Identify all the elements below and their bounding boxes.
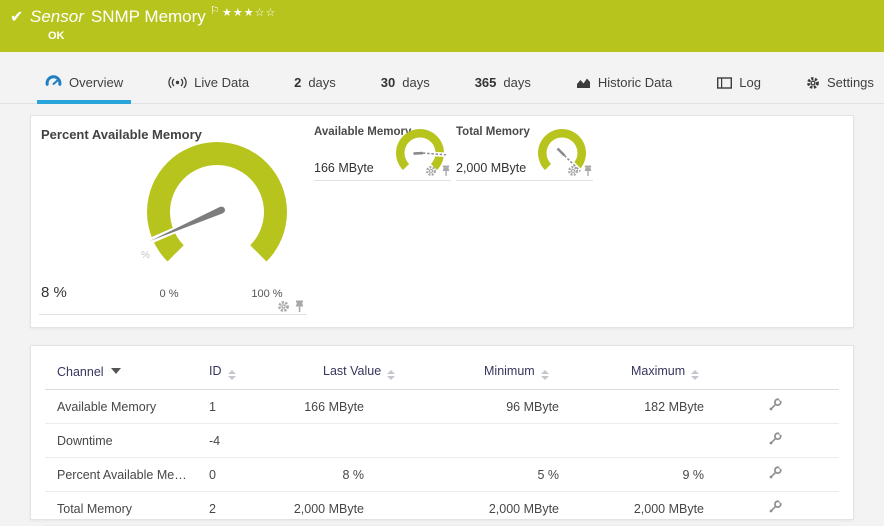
gear-icon[interactable] xyxy=(425,165,437,177)
main-gauge-value: 8 % xyxy=(41,284,67,301)
tab-live-data[interactable]: Live Data xyxy=(168,62,249,103)
tab-log[interactable]: Log xyxy=(717,62,761,103)
channel-table: Channel ID Last Value Minimum Maximum Av… xyxy=(45,346,839,526)
channel-id: 0 xyxy=(203,458,265,492)
sort-icon xyxy=(541,370,549,380)
channel-minimum: 5 % xyxy=(370,458,565,492)
edit-channel-wrench-icon[interactable] xyxy=(768,500,782,514)
available-memory-gauge-block: Available Memory 166 MByte xyxy=(314,123,451,181)
sensor-header-bar: ✔ Sensor SNMP Memory ⚐ ★★★☆☆ OK xyxy=(0,0,884,52)
channel-last-value xyxy=(265,424,370,458)
stars-filled: ★★★ xyxy=(222,7,255,19)
channel-minimum xyxy=(370,424,565,458)
tab-label: Live Data xyxy=(194,75,249,90)
gauges-panel: Percent Available Memory % 0 % 100 % 8 %… xyxy=(30,115,854,328)
sensor-title: Sensor SNMP Memory ⚐ xyxy=(30,4,220,27)
edit-channel-wrench-icon[interactable] xyxy=(768,432,782,446)
column-header-maximum[interactable]: Maximum xyxy=(565,346,710,390)
tab-label: Historic Data xyxy=(598,75,672,90)
table-header-row: Channel ID Last Value Minimum Maximum xyxy=(45,346,839,390)
gear-icon[interactable] xyxy=(567,165,579,177)
tab-2-days[interactable]: 2 days xyxy=(294,62,336,103)
channel-maximum: 2,000 MByte xyxy=(565,492,710,526)
channel-maximum xyxy=(565,424,710,458)
channel-last-value: 8 % xyxy=(265,458,370,492)
percent-available-memory-gauge: % xyxy=(137,132,297,292)
tab-365-days[interactable]: 365 days xyxy=(475,62,531,103)
tab-number: 365 xyxy=(475,75,497,90)
table-row: Total Memory 2 2,000 MByte 2,000 MByte 2… xyxy=(45,492,839,526)
tab-label: days xyxy=(402,75,429,90)
channel-minimum: 96 MByte xyxy=(370,390,565,424)
tab-number: 30 xyxy=(381,75,395,90)
channel-last-value: 2,000 MByte xyxy=(265,492,370,526)
edit-channel-wrench-icon[interactable] xyxy=(768,466,782,480)
channel-table-panel: Channel ID Last Value Minimum Maximum Av… xyxy=(30,345,854,520)
sensor-name: SNMP Memory xyxy=(91,7,206,26)
channel-maximum: 182 MByte xyxy=(565,390,710,424)
priority-stars[interactable]: ★★★☆☆ xyxy=(222,6,276,19)
status-ok-check-icon: ✔ xyxy=(10,7,23,27)
pin-icon[interactable] xyxy=(583,165,593,177)
column-header-id[interactable]: ID xyxy=(203,346,265,390)
mini-gauge-title: Total Memory xyxy=(456,126,530,138)
channel-name: Available Memory xyxy=(45,390,203,424)
tab-settings[interactable]: Settings xyxy=(806,62,874,103)
channel-name: Downtime xyxy=(45,424,203,458)
tab-label: Overview xyxy=(69,75,123,90)
table-row: Percent Available Memo... 0 8 % 5 % 9 % xyxy=(45,458,839,492)
gauge-unit-label: % xyxy=(141,250,150,261)
gear-icon[interactable] xyxy=(277,300,290,313)
tab-historic-data[interactable]: Historic Data xyxy=(576,62,672,103)
column-header-channel[interactable]: Channel xyxy=(45,346,203,390)
sort-desc-icon xyxy=(111,368,121,374)
channel-name: Total Memory xyxy=(45,492,203,526)
gauge-icon xyxy=(45,75,62,90)
mini-gauge-value: 2,000 MByte xyxy=(456,161,526,175)
sensor-status-text: OK xyxy=(48,30,65,42)
table-row: Available Memory 1 166 MByte 96 MByte 18… xyxy=(45,390,839,424)
channel-id: 2 xyxy=(203,492,265,526)
gauge-scale-min: 0 % xyxy=(149,288,189,300)
table-row: Downtime -4 xyxy=(45,424,839,458)
tab-label: Settings xyxy=(827,75,874,90)
tab-overview[interactable]: Overview xyxy=(45,62,123,103)
mini-gauge-value: 166 MByte xyxy=(314,161,374,175)
sort-icon xyxy=(228,370,236,380)
tab-bar: Overview Live Data 2 days 30 days 365 da… xyxy=(0,62,884,104)
sort-icon xyxy=(691,370,699,380)
edit-channel-wrench-icon[interactable] xyxy=(768,398,782,412)
tab-label: days xyxy=(503,75,530,90)
pin-icon[interactable] xyxy=(441,165,451,177)
log-icon xyxy=(717,77,732,89)
channel-name: Percent Available Memo... xyxy=(45,458,203,492)
historic-chart-icon xyxy=(576,77,591,89)
tab-number: 2 xyxy=(294,75,301,90)
column-header-last-value[interactable]: Last Value xyxy=(265,346,370,390)
tab-label: days xyxy=(308,75,335,90)
live-data-icon xyxy=(168,76,187,89)
sort-icon xyxy=(387,370,395,380)
total-memory-gauge-block: Total Memory 2,000 MByte xyxy=(456,123,593,181)
gauge-scale-max: 100 % xyxy=(237,288,297,300)
divider xyxy=(39,314,307,315)
channel-id: -4 xyxy=(203,424,265,458)
sensor-kind-label: Sensor xyxy=(30,7,84,26)
tab-30-days[interactable]: 30 days xyxy=(381,62,430,103)
pin-icon[interactable] xyxy=(294,300,305,313)
gear-icon xyxy=(806,76,820,90)
tab-label: Log xyxy=(739,75,761,90)
channel-id: 1 xyxy=(203,390,265,424)
channel-maximum: 9 % xyxy=(565,458,710,492)
stars-empty: ☆☆ xyxy=(255,7,277,19)
channel-last-value: 166 MByte xyxy=(265,390,370,424)
flag-icon[interactable]: ⚐ xyxy=(210,5,220,17)
column-header-minimum[interactable]: Minimum xyxy=(370,346,565,390)
channel-minimum: 2,000 MByte xyxy=(370,492,565,526)
column-header-actions xyxy=(710,346,839,390)
